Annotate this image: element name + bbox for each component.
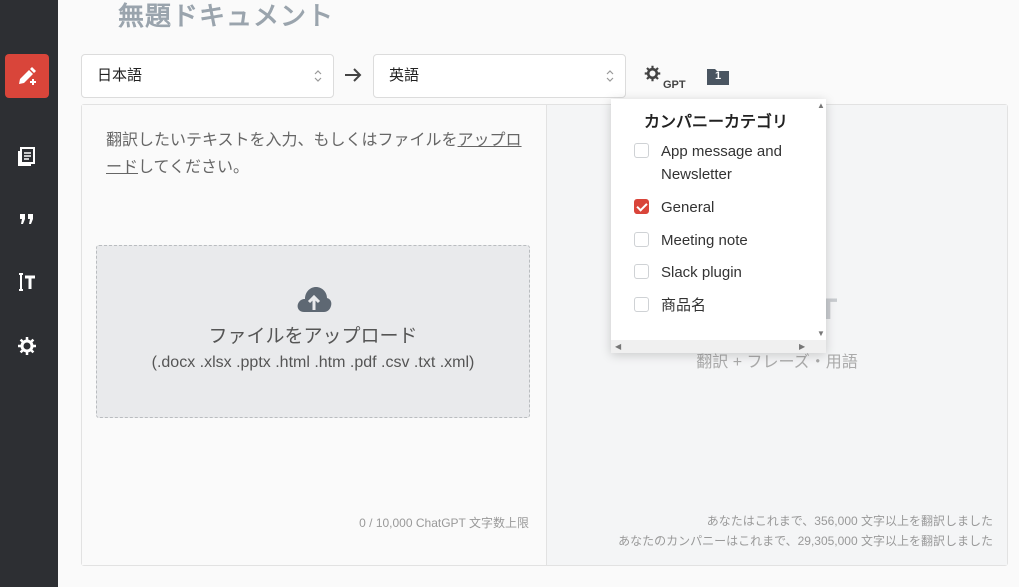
category-option[interactable]: Slack plugin (634, 261, 814, 284)
source-language-value: 日本語 (97, 67, 143, 84)
gear-icon (16, 335, 38, 357)
target-language-value: 英語 (389, 67, 420, 84)
translation-panels: 翻訳したいテキストを入力、もしくはファイルをアップロードしてください。 ファイル… (81, 104, 1008, 566)
sidebar-item-phrases[interactable] (5, 197, 49, 241)
category-label: Slack plugin (661, 264, 742, 281)
translation-stats: あなたはこれまで、356,000 文字以上を翻訳しました あなたのカンパニーはこ… (618, 511, 993, 551)
category-checkbox[interactable] (634, 232, 649, 247)
scroll-left-icon[interactable]: ◀ (615, 342, 621, 351)
documents-icon (16, 145, 38, 167)
source-language-select[interactable]: 日本語 (81, 54, 334, 98)
document-title[interactable]: 無題ドキュメント (118, 0, 334, 32)
stat-personal: あなたはこれまで、356,000 文字以上を翻訳しました (706, 514, 993, 528)
category-checkbox-checked[interactable] (634, 199, 649, 214)
category-checkbox[interactable] (634, 143, 649, 158)
scroll-right-icon[interactable]: ▶ (799, 342, 805, 351)
source-panel[interactable]: 翻訳したいテキストを入力、もしくはファイルをアップロードしてください。 ファイル… (82, 105, 546, 565)
target-language-select[interactable]: 英語 (373, 54, 626, 98)
text-cursor-icon (16, 271, 38, 293)
sidebar (0, 0, 58, 587)
category-option[interactable]: General (634, 196, 814, 219)
stat-company: あなたのカンパニーはこれまで、29,305,000 文字以上を翻訳しました (618, 534, 993, 548)
source-placeholder[interactable]: 翻訳したいテキストを入力、もしくはファイルをアップロードしてください。 (106, 127, 526, 181)
folder-count-badge: 1 (714, 70, 722, 82)
arrow-right-icon (342, 64, 364, 91)
company-category-dropdown: カンパニーカテゴリ App message and Newsletter Gen… (611, 99, 826, 353)
category-checkbox[interactable] (634, 297, 649, 312)
category-option[interactable]: App message and Newsletter (634, 140, 814, 186)
dropdown-title: カンパニーカテゴリ (644, 114, 789, 131)
gpt-label: GPT (663, 79, 686, 91)
sidebar-item-glossary[interactable] (5, 260, 49, 304)
gpt-settings-button[interactable]: GPT (643, 64, 686, 91)
pencil-plus-icon (16, 65, 38, 87)
category-label: General (661, 199, 715, 216)
character-count: 0 / 10,000 ChatGPT 文字数上限 (359, 516, 529, 530)
scroll-up-icon[interactable]: ▲ (817, 101, 825, 110)
category-label: Meeting note (661, 232, 748, 249)
placeholder-text-end: してください。 (138, 159, 250, 176)
vertical-scrollbar[interactable]: ▲ ▼ (814, 99, 826, 340)
sidebar-item-documents[interactable] (5, 134, 49, 178)
category-label: 商品名 (661, 297, 707, 314)
quote-icon (16, 208, 38, 230)
sidebar-item-translate[interactable] (5, 54, 49, 98)
file-upload-dropzone[interactable]: ファイルをアップロード (.docx .xlsx .pptx .html .ht… (96, 245, 530, 418)
placeholder-text: 翻訳したいテキストを入力、もしくはファイルを (106, 132, 458, 149)
horizontal-scrollbar[interactable]: ◀ ▶ (611, 340, 826, 353)
gear-icon (643, 64, 662, 88)
scroll-down-icon[interactable]: ▼ (817, 329, 825, 338)
category-label: App message and Newsletter (661, 143, 782, 183)
category-option[interactable]: Meeting note (634, 229, 814, 252)
category-checkbox[interactable] (634, 264, 649, 279)
upload-extensions: (.docx .xlsx .pptx .html .htm .pdf .csv … (151, 354, 475, 371)
company-category-button[interactable]: 1 (706, 66, 730, 86)
sidebar-item-settings[interactable] (5, 324, 49, 368)
category-option[interactable]: 商品名 (634, 294, 814, 317)
select-caret-icon (606, 70, 614, 82)
upload-title: ファイルをアップロード (208, 326, 418, 347)
select-caret-icon (314, 70, 322, 82)
cloud-upload-icon (295, 284, 333, 321)
